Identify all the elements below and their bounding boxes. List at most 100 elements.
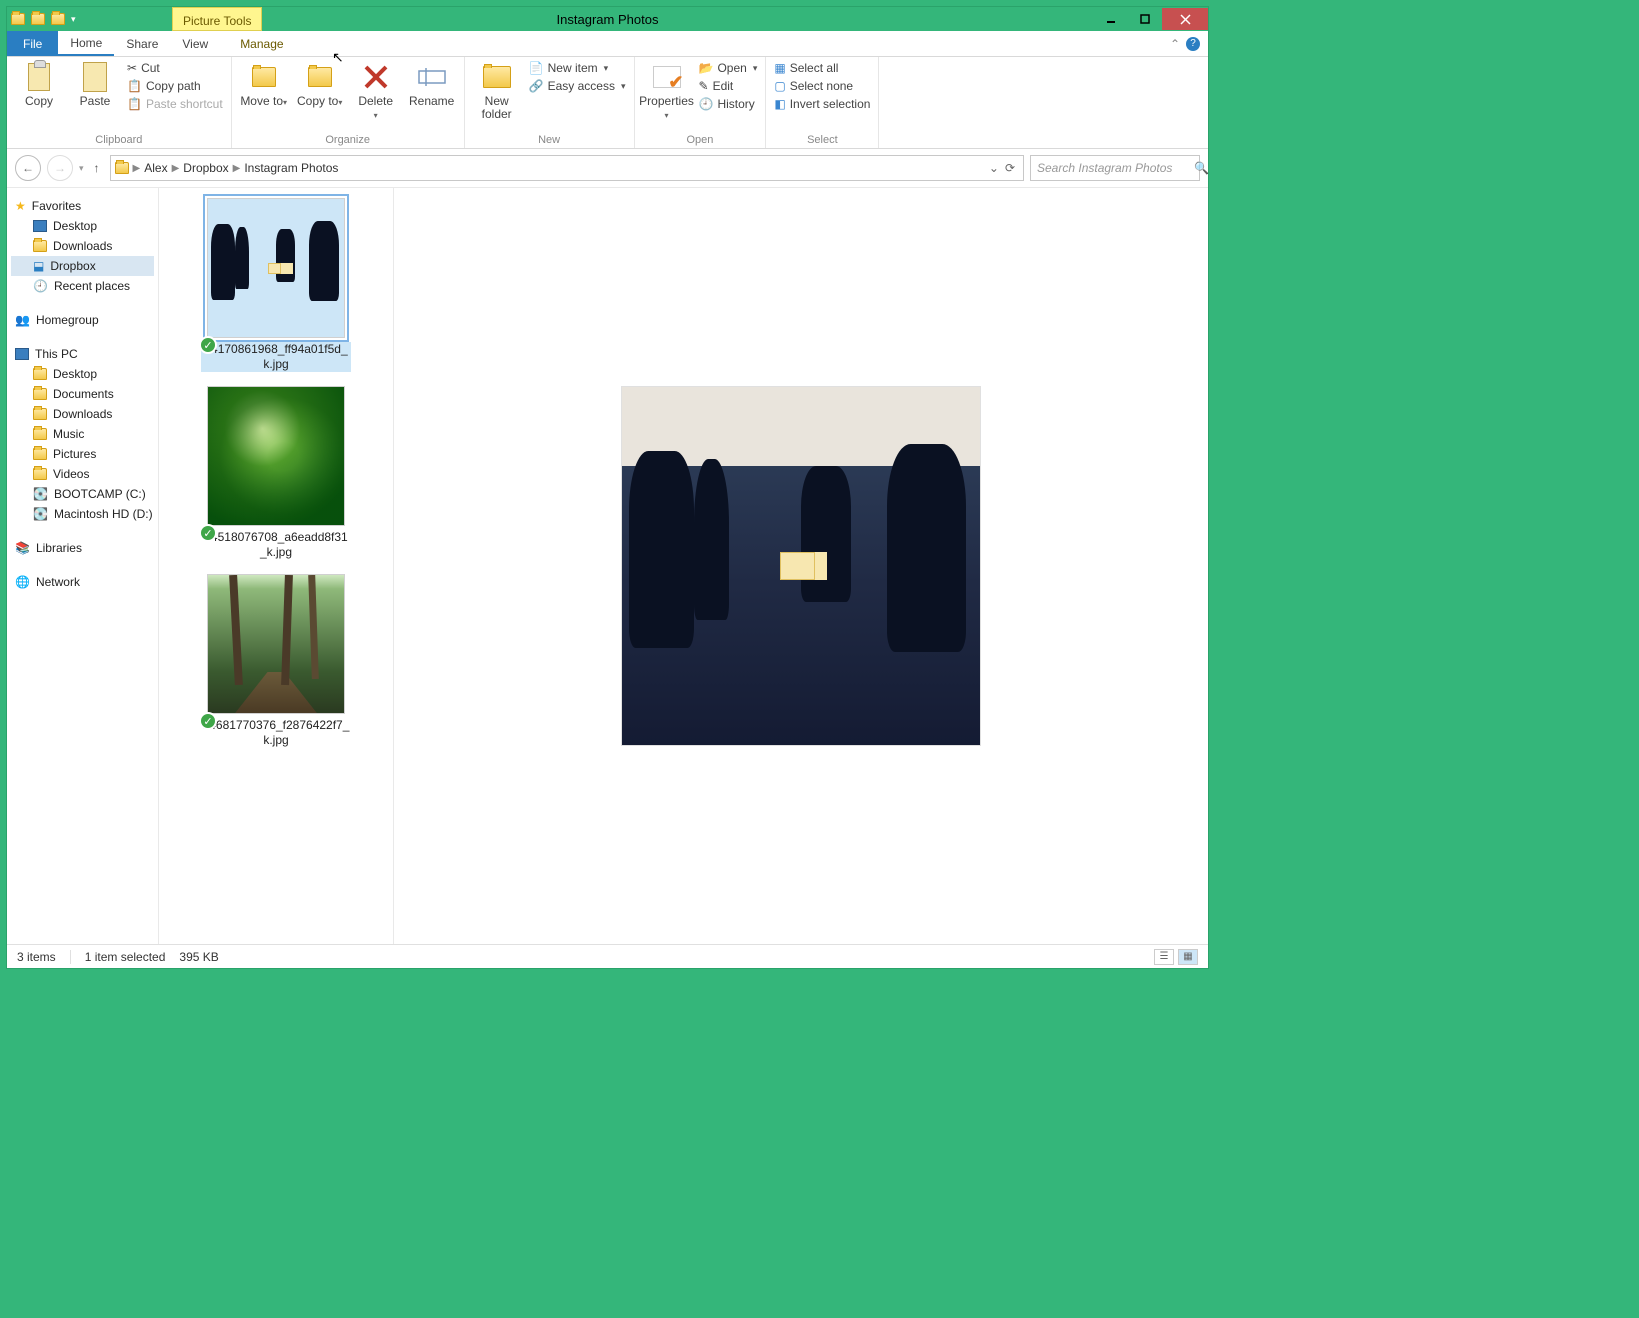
- new-folder-button[interactable]: New folder: [473, 61, 521, 121]
- file-item[interactable]: ✓ 14681770376_f2876422f7_k.jpg: [201, 574, 351, 748]
- search-icon: 🔍: [1194, 161, 1209, 175]
- minimize-button[interactable]: [1094, 8, 1128, 30]
- search-input[interactable]: [1037, 161, 1194, 175]
- sync-ok-icon: ✓: [199, 336, 217, 354]
- tab-file[interactable]: File: [7, 31, 58, 56]
- breadcrumb-separator[interactable]: ▶: [133, 163, 141, 174]
- ribbon-group-open: Properties▾ 📂Open▾ ✎Edit 🕘History Open: [635, 57, 767, 148]
- file-item[interactable]: ✓ 14518076708_a6eadd8f31_k.jpg: [201, 386, 351, 560]
- nav-pc-downloads[interactable]: Downloads: [11, 404, 154, 424]
- nav-pc-pictures[interactable]: Pictures: [11, 444, 154, 464]
- nav-this-pc[interactable]: This PC: [11, 344, 154, 364]
- paste-button[interactable]: Paste: [71, 61, 119, 108]
- view-details-button[interactable]: ☰: [1154, 949, 1174, 965]
- delete-button[interactable]: Delete▾: [352, 61, 400, 122]
- titlebar: ▾ Picture Tools Instagram Photos: [7, 7, 1208, 31]
- copy-path-button[interactable]: 📋Copy path: [127, 79, 223, 93]
- dropbox-icon: ⬓: [33, 259, 44, 273]
- properties-button[interactable]: Properties▾: [643, 61, 691, 122]
- help-icon[interactable]: ?: [1186, 37, 1200, 51]
- folder-icon: [33, 468, 47, 480]
- open-icon: 📂: [699, 61, 714, 75]
- nav-downloads[interactable]: Downloads: [11, 236, 154, 256]
- previous-locations-dropdown[interactable]: ⌄: [989, 161, 999, 175]
- items-view[interactable]: ✓ 14170861968_ff94a01f5d_k.jpg ✓ 1451807…: [159, 188, 394, 944]
- select-all-button[interactable]: ▦Select all: [774, 61, 870, 75]
- nav-desktop[interactable]: Desktop: [11, 216, 154, 236]
- tab-manage[interactable]: Manage: [228, 31, 295, 56]
- thumbnail-image: [207, 198, 345, 338]
- nav-pc-videos[interactable]: Videos: [11, 464, 154, 484]
- recent-icon: 🕘: [33, 279, 48, 293]
- status-selected-size: 395 KB: [179, 950, 218, 964]
- easy-access-icon: 🔗: [529, 79, 544, 93]
- collapse-ribbon-icon[interactable]: ⌃: [1170, 37, 1180, 51]
- copy-to-button[interactable]: Copy to▾: [296, 61, 344, 109]
- navigation-pane[interactable]: ★Favorites Desktop Downloads ⬓Dropbox 🕘R…: [7, 188, 159, 944]
- explorer-window: ▾ Picture Tools Instagram Photos File Ho…: [6, 6, 1209, 969]
- tab-home[interactable]: Home: [58, 31, 114, 56]
- back-button[interactable]: ←: [15, 155, 41, 181]
- file-item[interactable]: ✓ 14170861968_ff94a01f5d_k.jpg: [201, 198, 351, 372]
- close-button[interactable]: [1162, 8, 1208, 30]
- folder-icon: [33, 408, 47, 420]
- paste-shortcut-button[interactable]: 📋Paste shortcut: [127, 97, 223, 111]
- folder-icon: [33, 388, 47, 400]
- libraries-icon: 📚: [15, 541, 30, 555]
- properties-icon: [651, 61, 683, 93]
- view-thumbnails-button[interactable]: ▦: [1178, 949, 1198, 965]
- drive-icon: 💽: [33, 507, 48, 521]
- rename-button[interactable]: Rename: [408, 61, 456, 108]
- paste-shortcut-icon: 📋: [127, 97, 142, 111]
- scissors-icon: ✂: [127, 61, 137, 75]
- nav-homegroup[interactable]: 👥Homegroup: [11, 310, 154, 330]
- maximize-button[interactable]: [1128, 8, 1162, 30]
- nav-dropbox[interactable]: ⬓Dropbox: [11, 256, 154, 276]
- contextual-tab-label: Picture Tools: [172, 7, 262, 31]
- nav-pc-documents[interactable]: Documents: [11, 384, 154, 404]
- cut-button[interactable]: ✂Cut: [127, 61, 223, 75]
- open-button[interactable]: 📂Open▾: [699, 61, 758, 75]
- refresh-button[interactable]: ⟳: [1005, 161, 1015, 175]
- file-name: 14518076708_a6eadd8f31_k.jpg: [201, 530, 351, 560]
- file-name: 14681770376_f2876422f7_k.jpg: [201, 718, 351, 748]
- breadcrumb-alex[interactable]: Alex▶: [144, 161, 179, 175]
- qat-newfolder-icon[interactable]: [51, 13, 65, 25]
- easy-access-button[interactable]: 🔗Easy access▾: [529, 79, 626, 93]
- nav-drive-d[interactable]: 💽Macintosh HD (D:): [11, 504, 154, 524]
- group-label: New: [473, 132, 626, 146]
- breadcrumb-current[interactable]: Instagram Photos: [244, 161, 338, 175]
- new-item-button[interactable]: 📄New item▾: [529, 61, 626, 75]
- ribbon-tabs: File Home Share View Manage ↖ ⌃ ?: [7, 31, 1208, 57]
- history-button[interactable]: 🕘History: [699, 97, 758, 111]
- nav-recent[interactable]: 🕘Recent places: [11, 276, 154, 296]
- tab-share[interactable]: Share: [114, 31, 170, 56]
- recent-locations-dropdown[interactable]: ▾: [79, 163, 84, 174]
- edit-button[interactable]: ✎Edit: [699, 79, 758, 93]
- copy-button[interactable]: Copy: [15, 61, 63, 108]
- forward-button[interactable]: →: [47, 155, 73, 181]
- location-folder-icon: [115, 162, 129, 174]
- group-label: Open: [643, 132, 758, 146]
- qat-properties-icon[interactable]: [31, 13, 45, 25]
- breadcrumb-dropbox[interactable]: Dropbox▶: [183, 161, 240, 175]
- status-bar: 3 items 1 item selected 395 KB ☰ ▦: [7, 944, 1208, 968]
- select-none-button[interactable]: ▢Select none: [774, 79, 870, 93]
- move-to-button[interactable]: Move to▾: [240, 61, 288, 109]
- select-none-icon: ▢: [774, 79, 785, 93]
- address-bar[interactable]: ▶ Alex▶ Dropbox▶ Instagram Photos ⌄ ⟳: [110, 155, 1024, 181]
- folder-icon: [33, 428, 47, 440]
- nav-drive-c[interactable]: 💽BOOTCAMP (C:): [11, 484, 154, 504]
- paste-icon: [79, 61, 111, 93]
- group-label: Organize: [240, 132, 456, 146]
- invert-selection-button[interactable]: ◧Invert selection: [774, 97, 870, 111]
- nav-pc-music[interactable]: Music: [11, 424, 154, 444]
- nav-pc-desktop[interactable]: Desktop: [11, 364, 154, 384]
- nav-libraries[interactable]: 📚Libraries: [11, 538, 154, 558]
- qat-dropdown-icon[interactable]: ▾: [71, 14, 76, 25]
- search-box[interactable]: 🔍: [1030, 155, 1200, 181]
- up-button[interactable]: ↑: [90, 161, 104, 175]
- nav-network[interactable]: 🌐Network: [11, 572, 154, 592]
- tab-view[interactable]: View: [170, 31, 220, 56]
- nav-favorites[interactable]: ★Favorites: [11, 196, 154, 216]
